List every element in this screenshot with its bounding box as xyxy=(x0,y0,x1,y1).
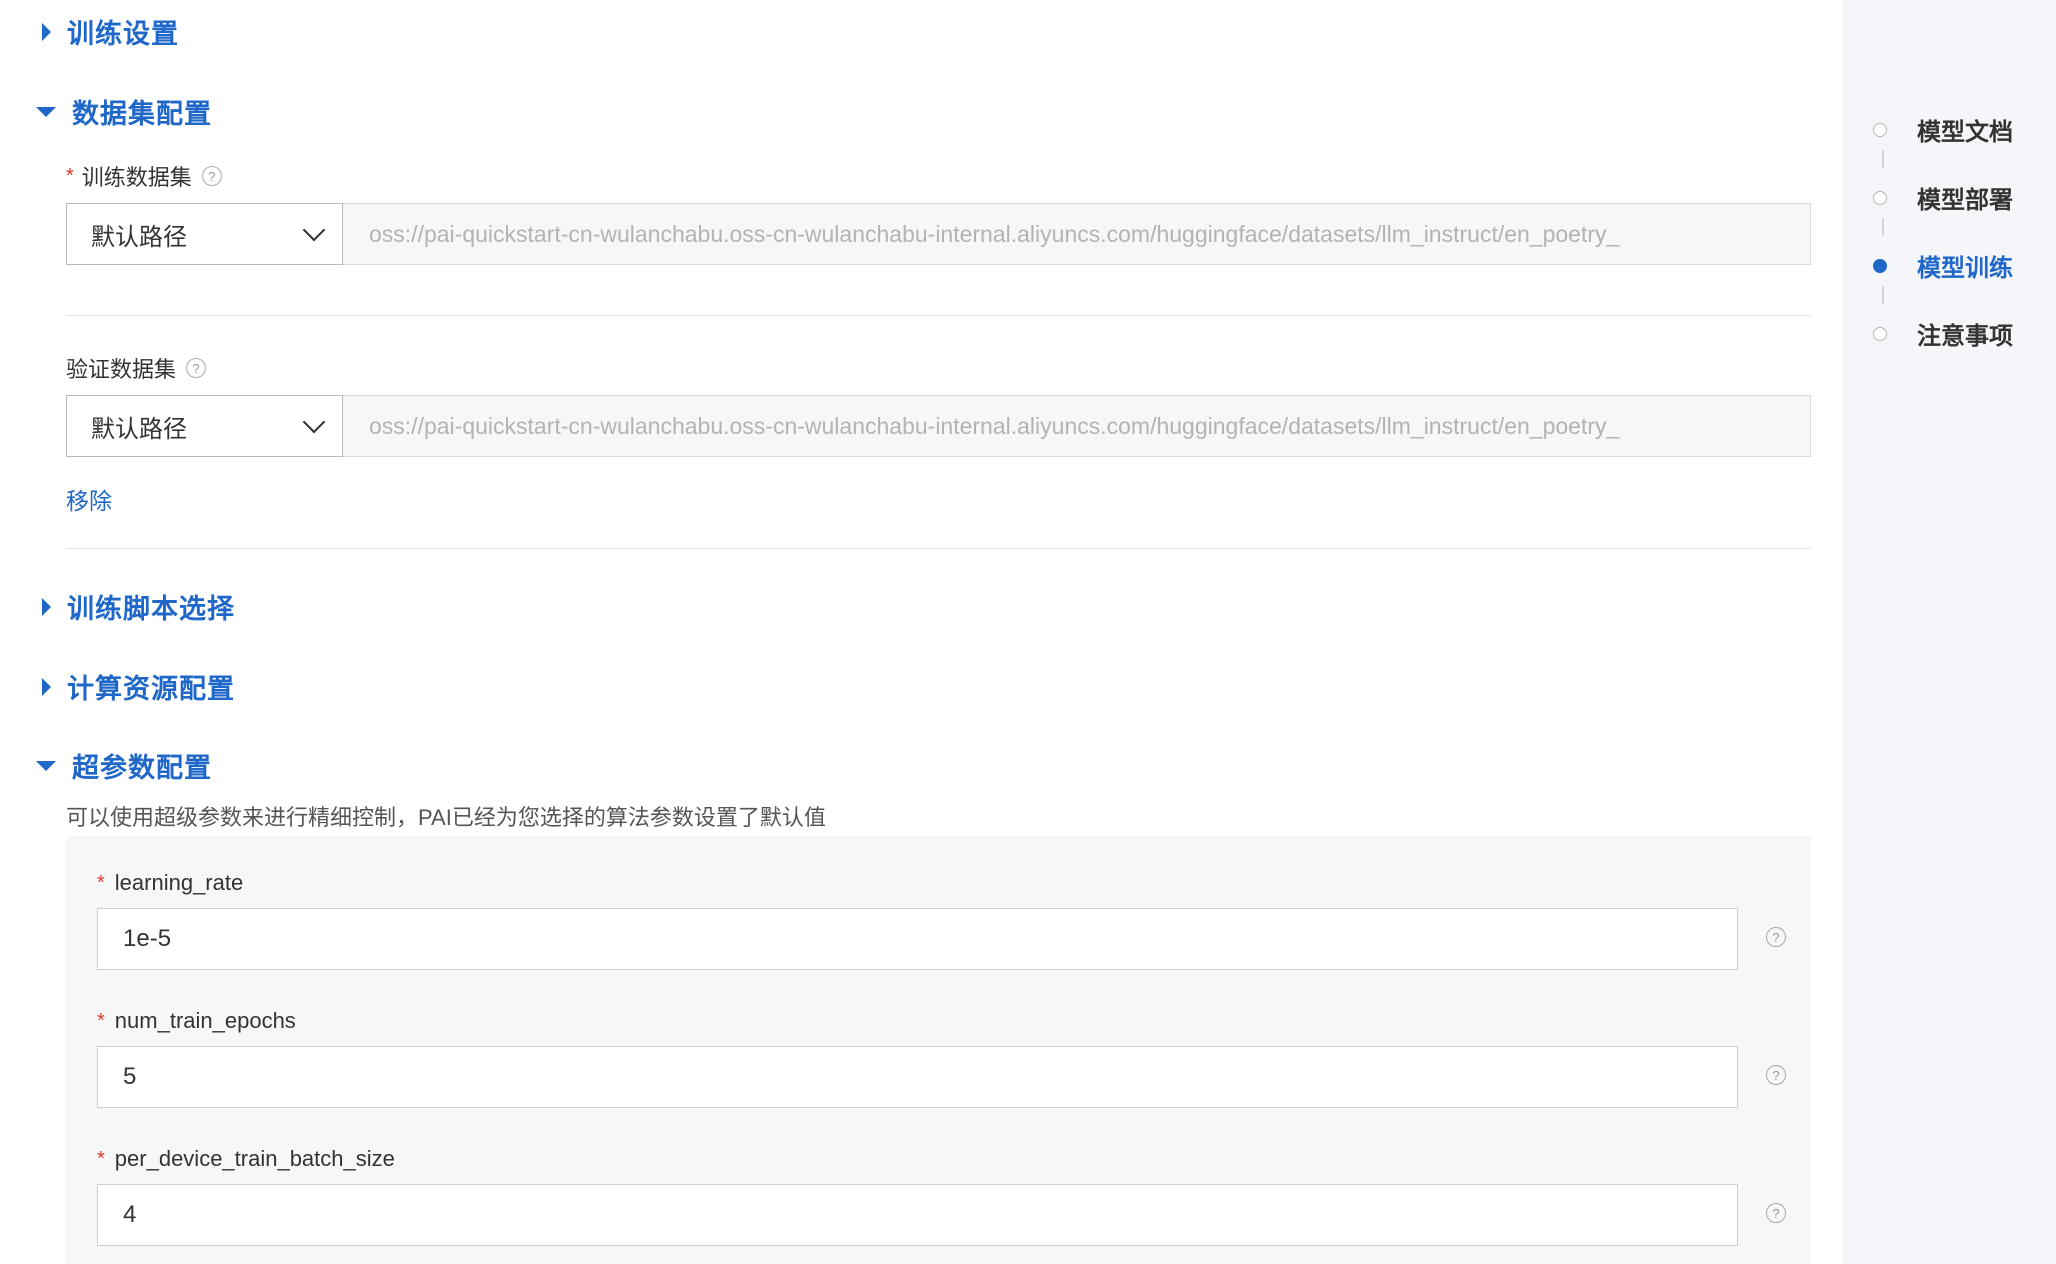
nav-item-model-deploy[interactable]: 模型部署 xyxy=(1873,180,2013,215)
train-dataset-label-text: 训练数据集 xyxy=(81,165,192,190)
caret-right-icon xyxy=(42,677,51,696)
section-dataset-config[interactable]: 数据集配置 xyxy=(36,92,212,131)
remove-validation-link[interactable]: 移除 xyxy=(66,482,112,516)
hyperparam-label: * learning_rate xyxy=(97,870,243,896)
hyperparam-label: * num_train_epochs xyxy=(97,1008,296,1034)
main-content: 训练设置 数据集配置 * 训练数据集 ? 默认路径 oss://pai-quic… xyxy=(0,0,1843,1264)
validation-dataset-label: 验证数据集 ? xyxy=(66,352,207,384)
nav-item-model-training[interactable]: 模型训练 xyxy=(1873,248,2013,283)
required-mark: * xyxy=(97,1147,105,1170)
learning-rate-input[interactable]: 1e-5 xyxy=(97,908,1738,970)
nav-label: 模型文档 xyxy=(1917,119,2013,146)
help-icon[interactable]: ? xyxy=(1766,927,1786,947)
nav-connector xyxy=(1882,150,1884,168)
help-icon[interactable]: ? xyxy=(1766,1065,1786,1085)
select-value: 默认路径 xyxy=(91,223,187,251)
section-title: 计算资源配置 xyxy=(67,674,235,704)
nav-label: 模型训练 xyxy=(1917,255,2013,282)
train-dataset-label: * 训练数据集 ? xyxy=(66,160,222,192)
validation-dataset-source-select[interactable]: 默认路径 xyxy=(66,395,343,457)
section-title: 数据集配置 xyxy=(72,99,212,129)
hyperparam-label: * per_device_train_batch_size xyxy=(97,1146,395,1172)
nav-dot-icon xyxy=(1873,190,1887,205)
hyperparam-name: per_device_train_batch_size xyxy=(114,1146,395,1171)
section-hyperparams[interactable]: 超参数配置 xyxy=(36,746,212,785)
hyperparams-description: 可以使用超级参数来进行精细控制，PAI已经为您选择的算法参数设置了默认值 xyxy=(66,805,826,830)
hyperparam-name: learning_rate xyxy=(114,870,244,895)
required-mark: * xyxy=(66,164,74,187)
select-value: 默认路径 xyxy=(91,415,187,443)
nav-connector xyxy=(1882,218,1884,236)
chevron-down-icon xyxy=(302,218,326,242)
nav-label: 注意事项 xyxy=(1917,323,2013,350)
section-title: 超参数配置 xyxy=(72,753,212,783)
caret-right-icon xyxy=(42,22,51,41)
hyperparams-panel: * learning_rate 1e-5 ? * num_train_epoch… xyxy=(66,836,1811,1264)
nav-item-model-docs[interactable]: 模型文档 xyxy=(1873,112,2013,147)
required-mark: * xyxy=(97,1009,105,1032)
caret-down-icon xyxy=(36,760,56,771)
section-title: 训练脚本选择 xyxy=(67,594,235,624)
section-training-settings[interactable]: 训练设置 xyxy=(36,12,179,51)
help-icon[interactable]: ? xyxy=(1766,1203,1786,1223)
help-icon[interactable]: ? xyxy=(201,166,222,186)
caret-down-icon xyxy=(36,106,56,117)
required-mark: * xyxy=(97,871,105,894)
train-dataset-row: 默认路径 oss://pai-quickstart-cn-wulanchabu.… xyxy=(66,203,1811,265)
caret-right-icon xyxy=(42,597,51,616)
nav-connector xyxy=(1882,286,1884,304)
nav-item-notes[interactable]: 注意事项 xyxy=(1873,316,2013,351)
section-compute-resources[interactable]: 计算资源配置 xyxy=(36,667,235,706)
per-device-train-batch-size-input[interactable]: 4 xyxy=(97,1184,1738,1246)
train-dataset-source-select[interactable]: 默认路径 xyxy=(66,203,343,265)
validation-dataset-path-field: oss://pai-quickstart-cn-wulanchabu.oss-c… xyxy=(343,395,1811,457)
validation-dataset-row: 默认路径 oss://pai-quickstart-cn-wulanchabu.… xyxy=(66,395,1811,457)
nav-label: 模型部署 xyxy=(1917,187,2013,214)
validation-dataset-label-text: 验证数据集 xyxy=(66,357,177,382)
num-train-epochs-input[interactable]: 5 xyxy=(97,1046,1738,1108)
train-dataset-path-field: oss://pai-quickstart-cn-wulanchabu.oss-c… xyxy=(343,203,1811,265)
hyperparam-name: num_train_epochs xyxy=(114,1008,296,1033)
chevron-down-icon xyxy=(302,410,326,434)
divider xyxy=(66,315,1811,316)
section-title: 训练设置 xyxy=(67,19,179,49)
nav-dot-icon xyxy=(1873,122,1887,137)
nav-dot-icon xyxy=(1873,326,1887,341)
help-icon[interactable]: ? xyxy=(186,358,207,378)
divider xyxy=(66,548,1811,549)
section-training-script[interactable]: 训练脚本选择 xyxy=(36,587,235,626)
nav-dot-active-icon xyxy=(1873,258,1887,273)
